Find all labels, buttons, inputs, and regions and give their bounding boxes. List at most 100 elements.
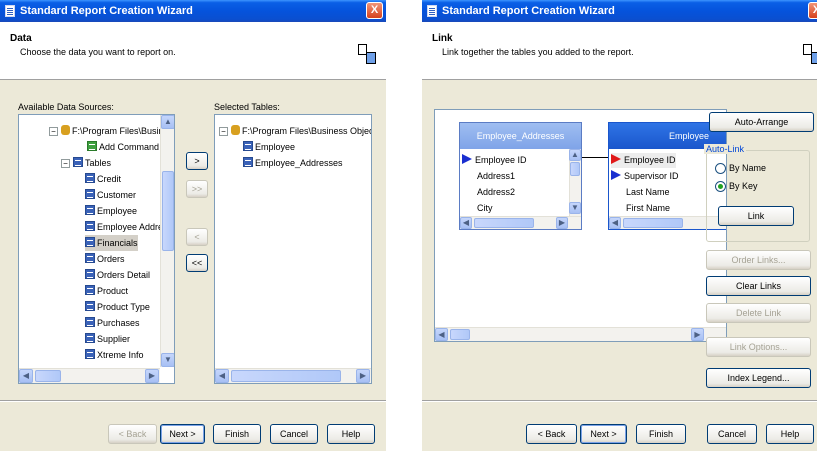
horizontal-scrollbar[interactable]: ◀ ▶	[215, 368, 371, 383]
table-box-employee-addresses[interactable]: Employee_Addresses Employee ID Address1 …	[459, 122, 582, 230]
field-row[interactable]: Address1	[477, 169, 515, 184]
page-title: Link	[432, 33, 453, 44]
report-icon	[427, 5, 437, 17]
collapse-icon[interactable]: −	[49, 127, 58, 136]
close-button[interactable]: X	[808, 2, 817, 19]
help-button[interactable]: Help	[766, 424, 814, 444]
scroll-left-icon[interactable]: ◀	[460, 217, 472, 229]
add-table-button[interactable]: >	[186, 152, 208, 170]
order-links-button[interactable]: Order Links...	[706, 250, 811, 270]
scroll-left-icon[interactable]: ◀	[215, 369, 229, 383]
auto-arrange-button[interactable]: Auto-Arrange	[709, 112, 814, 132]
field-row[interactable]: First Name	[626, 201, 670, 216]
canvas-horizontal-scrollbar[interactable]: ◀ ▶	[435, 327, 726, 341]
field-row[interactable]: Address2	[477, 185, 515, 200]
help-button[interactable]: Help	[327, 424, 375, 444]
back-button[interactable]: < Back	[526, 424, 577, 444]
clear-links-button[interactable]: Clear Links	[706, 276, 811, 296]
key-icon	[611, 154, 621, 164]
tree-item-table[interactable]: Supplier	[85, 331, 130, 347]
remove-all-tables-button[interactable]: <<	[186, 254, 208, 272]
finish-button[interactable]: Finish	[636, 424, 686, 444]
tree-item-connection[interactable]: −F:\Program Files\Business O	[49, 123, 174, 139]
finish-button[interactable]: Finish	[213, 424, 261, 444]
title-bar[interactable]: Standard Report Creation Wizard X	[0, 0, 386, 22]
by-key-radio[interactable]	[715, 181, 726, 192]
add-all-tables-button[interactable]: >>	[186, 180, 208, 198]
selected-tables-tree[interactable]: −F:\Program Files\Business Objects\Cry E…	[214, 114, 372, 384]
table-icon	[85, 333, 95, 343]
title-bar[interactable]: Standard Report Creation Wizard X	[422, 0, 817, 22]
scroll-down-icon[interactable]: ▼	[569, 202, 581, 214]
cancel-button[interactable]: Cancel	[270, 424, 318, 444]
close-button[interactable]: X	[366, 2, 383, 19]
scroll-left-icon[interactable]: ◀	[19, 369, 33, 383]
scroll-thumb[interactable]	[570, 162, 580, 176]
tree-item-table[interactable]: Orders	[85, 251, 125, 267]
scroll-thumb[interactable]	[162, 171, 174, 251]
key-icon	[462, 154, 472, 164]
scroll-right-icon[interactable]: ▶	[691, 328, 704, 341]
field-row-selected[interactable]: Employee ID	[611, 153, 676, 168]
horizontal-scrollbar[interactable]: ◀ ▶	[19, 368, 160, 383]
scroll-thumb[interactable]	[450, 329, 470, 340]
tree-item-table[interactable]: Credit	[85, 171, 121, 187]
scroll-thumb[interactable]	[231, 370, 341, 382]
collapse-icon[interactable]: −	[61, 159, 70, 168]
tree-item-table[interactable]: Orders Detail	[85, 267, 150, 283]
scroll-right-icon[interactable]: ▶	[145, 369, 159, 383]
tree-item-table[interactable]: Product	[85, 283, 128, 299]
collapse-icon[interactable]: −	[219, 127, 228, 136]
field-row[interactable]: Employee ID	[462, 153, 527, 168]
scroll-thumb[interactable]	[623, 218, 683, 228]
horizontal-scrollbar[interactable]: ◀ ▶	[460, 216, 581, 229]
link-button[interactable]: Link	[718, 206, 794, 226]
scroll-up-icon[interactable]: ▲	[569, 149, 581, 161]
tree-item-connection[interactable]: −F:\Program Files\Business Objects\Cry	[219, 123, 371, 139]
back-button[interactable]: < Back	[108, 424, 157, 444]
page-subtitle: Link together the tables you added to th…	[442, 47, 634, 57]
table-box-title[interactable]: Employee_Addresses	[460, 123, 581, 149]
table-link-icon	[803, 44, 817, 66]
tree-item-table[interactable]: Customer	[85, 187, 136, 203]
index-legend-button[interactable]: Index Legend...	[706, 368, 811, 388]
by-name-radio[interactable]	[715, 163, 726, 174]
tree-item-table-selected[interactable]: Financials	[85, 235, 138, 251]
tree-item-table[interactable]: Product Type	[85, 299, 150, 315]
scroll-left-icon[interactable]: ◀	[435, 328, 448, 341]
link-wizard-window: Standard Report Creation Wizard X Link L…	[422, 0, 817, 451]
field-row[interactable]: Supervisor ID	[611, 169, 679, 184]
by-key-label[interactable]: By Key	[729, 181, 758, 191]
selected-table-item[interactable]: Employee_Addresses	[243, 155, 343, 171]
scroll-up-icon[interactable]: ▲	[161, 115, 174, 129]
next-button[interactable]: Next >	[580, 424, 627, 444]
tree-item-table[interactable]: Xtreme Info	[85, 347, 144, 363]
vertical-scrollbar[interactable]: ▲ ▼	[569, 149, 581, 216]
data-wizard-window: Standard Report Creation Wizard X Data C…	[0, 0, 386, 451]
selected-table-item[interactable]: Employee	[243, 139, 295, 155]
field-row[interactable]: City	[477, 201, 493, 216]
tree-item-table[interactable]: Employee	[85, 203, 137, 219]
tree-item-table[interactable]: Purchases	[85, 315, 140, 331]
remove-table-button[interactable]: <	[186, 228, 208, 246]
link-options-button[interactable]: Link Options...	[706, 337, 811, 357]
delete-link-button[interactable]: Delete Link	[706, 303, 811, 323]
scroll-down-icon[interactable]: ▼	[161, 353, 174, 367]
table-icon	[85, 269, 95, 279]
by-name-label[interactable]: By Name	[729, 163, 766, 173]
scroll-left-icon[interactable]: ◀	[609, 217, 621, 229]
tree-item-tables[interactable]: − Tables	[61, 155, 111, 171]
field-row[interactable]: Last Name	[626, 185, 670, 200]
vertical-scrollbar[interactable]: ▲ ▼	[160, 115, 174, 367]
tree-item-add-command[interactable]: Add Command	[87, 139, 159, 155]
scroll-thumb[interactable]	[474, 218, 534, 228]
scroll-right-icon[interactable]: ▶	[556, 217, 568, 229]
scroll-thumb[interactable]	[35, 370, 61, 382]
next-button[interactable]: Next >	[160, 424, 205, 444]
available-data-sources-tree[interactable]: −F:\Program Files\Business O Add Command…	[18, 114, 175, 384]
scroll-right-icon[interactable]: ▶	[356, 369, 370, 383]
key-icon	[611, 170, 621, 180]
link-canvas[interactable]: Employee_Addresses Employee ID Address1 …	[434, 109, 727, 342]
cancel-button[interactable]: Cancel	[707, 424, 757, 444]
link-line[interactable]	[582, 157, 609, 158]
